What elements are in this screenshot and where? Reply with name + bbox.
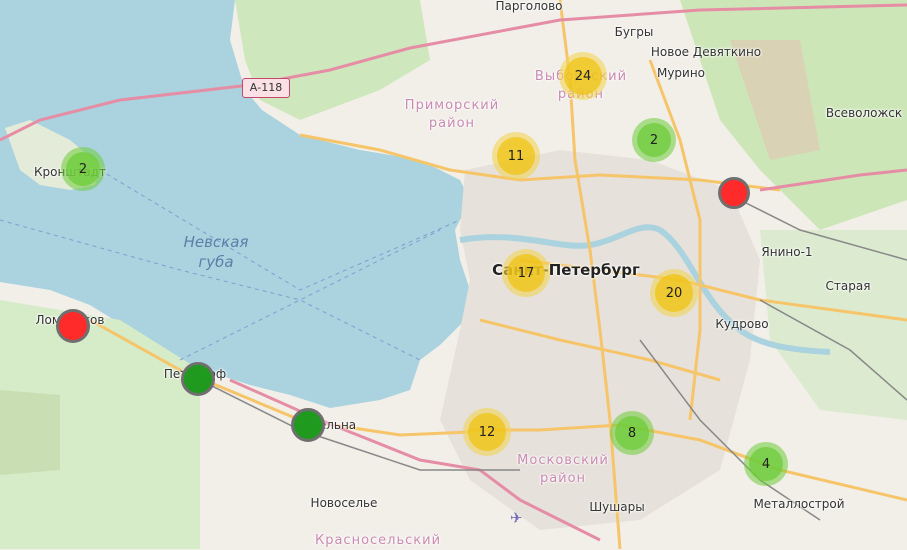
airport-icon: ✈: [510, 509, 523, 527]
cluster-primorsky[interactable]: 11: [492, 132, 540, 180]
cluster-metallostroy[interactable]: 4: [744, 442, 788, 486]
cluster-east[interactable]: 20: [650, 269, 698, 317]
cluster-count: 17: [507, 254, 545, 292]
cluster-murino[interactable]: 2: [632, 118, 676, 162]
road-shield-a118: А-118: [242, 78, 290, 98]
cluster-count: 24: [564, 57, 602, 95]
cluster-count: 12: [468, 413, 506, 451]
cluster-kronshtadt[interactable]: 2: [61, 147, 105, 191]
cluster-south[interactable]: 8: [610, 411, 654, 455]
cluster-count: 4: [749, 447, 783, 481]
cluster-moskovsky[interactable]: 12: [463, 408, 511, 456]
cluster-count: 2: [66, 152, 100, 186]
cluster-vyborgsky[interactable]: 24: [559, 52, 607, 100]
cluster-count: 11: [497, 137, 535, 175]
cluster-count: 8: [615, 416, 649, 450]
cluster-center[interactable]: 17: [502, 249, 550, 297]
marker-strelna[interactable]: [291, 408, 325, 442]
cluster-count: 20: [655, 274, 693, 312]
marker-lomonosov[interactable]: [56, 309, 90, 343]
marker-vsevolozhsk-area[interactable]: [718, 177, 750, 209]
cluster-count: 2: [637, 123, 671, 157]
marker-peterhof[interactable]: [181, 362, 215, 396]
